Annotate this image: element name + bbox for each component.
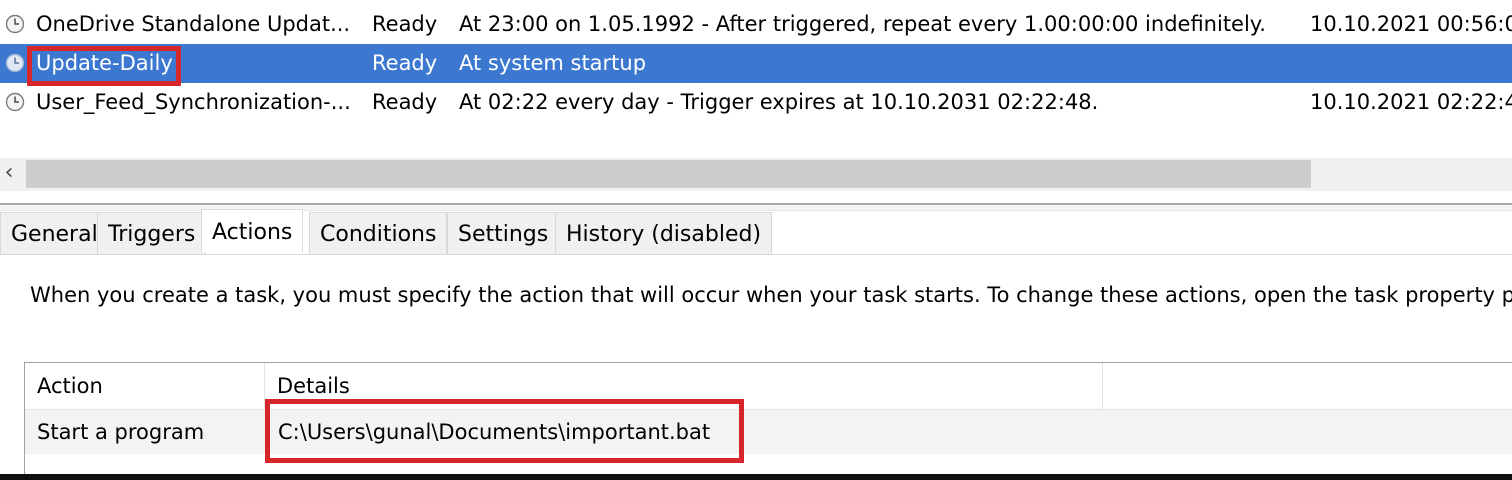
task-scheduler-panel: OneDrive Standalone Updat... Ready At 23… bbox=[0, 0, 1512, 474]
task-trigger: At 02:22 every day - Trigger expires at … bbox=[459, 90, 1099, 114]
task-status: Ready bbox=[372, 90, 438, 114]
task-list: OneDrive Standalone Updat... Ready At 23… bbox=[0, 5, 1512, 122]
action-type: Start a program bbox=[37, 420, 205, 444]
tab-bar: General Triggers Actions Conditions Sett… bbox=[0, 209, 1512, 254]
task-trigger: At system startup bbox=[459, 51, 647, 75]
scrollbar-thumb[interactable] bbox=[26, 160, 1311, 188]
clock-icon bbox=[5, 14, 25, 34]
task-row-selected[interactable]: Update-Daily Ready At system startup bbox=[0, 44, 1512, 86]
horizontal-scrollbar[interactable]: ‹ bbox=[0, 158, 1512, 191]
task-name-highlight-box bbox=[27, 46, 181, 86]
task-status: Ready bbox=[372, 12, 438, 36]
task-row[interactable]: User_Feed_Synchronization-... Ready At 0… bbox=[0, 83, 1512, 122]
task-name: User_Feed_Synchronization-... bbox=[36, 90, 351, 114]
actions-description: When you create a task, you must specify… bbox=[30, 283, 1512, 307]
clock-icon bbox=[5, 53, 25, 73]
actions-table: Action Details Start a program C:\Users\… bbox=[24, 362, 1512, 474]
table-row[interactable]: Start a program C:\Users\gunal\Documents… bbox=[25, 410, 1512, 454]
task-row[interactable]: OneDrive Standalone Updat... Ready At 23… bbox=[0, 5, 1512, 44]
tab-actions[interactable]: Actions bbox=[201, 209, 304, 252]
task-last-run: 10.10.2021 02:22:48 bbox=[1310, 90, 1512, 114]
task-last-run: 10.10.2021 00:56:07 bbox=[1310, 12, 1512, 36]
actions-table-header: Action Details bbox=[25, 363, 1512, 410]
task-trigger: At 23:00 on 1.05.1992 - After triggered,… bbox=[459, 12, 1266, 36]
column-header-action[interactable]: Action bbox=[25, 363, 265, 409]
tab-general[interactable]: General bbox=[0, 212, 109, 254]
clock-icon bbox=[5, 92, 25, 112]
tab-settings[interactable]: Settings bbox=[447, 212, 560, 254]
tab-conditions[interactable]: Conditions bbox=[309, 212, 448, 254]
task-status: Ready bbox=[372, 51, 438, 75]
task-name: OneDrive Standalone Updat... bbox=[36, 12, 351, 36]
tab-divider bbox=[0, 254, 1512, 255]
scroll-left-arrow-icon[interactable]: ‹ bbox=[0, 158, 18, 191]
tab-triggers[interactable]: Triggers bbox=[97, 212, 207, 254]
details-highlight-box bbox=[265, 399, 744, 463]
tab-history[interactable]: History (disabled) bbox=[555, 212, 773, 254]
